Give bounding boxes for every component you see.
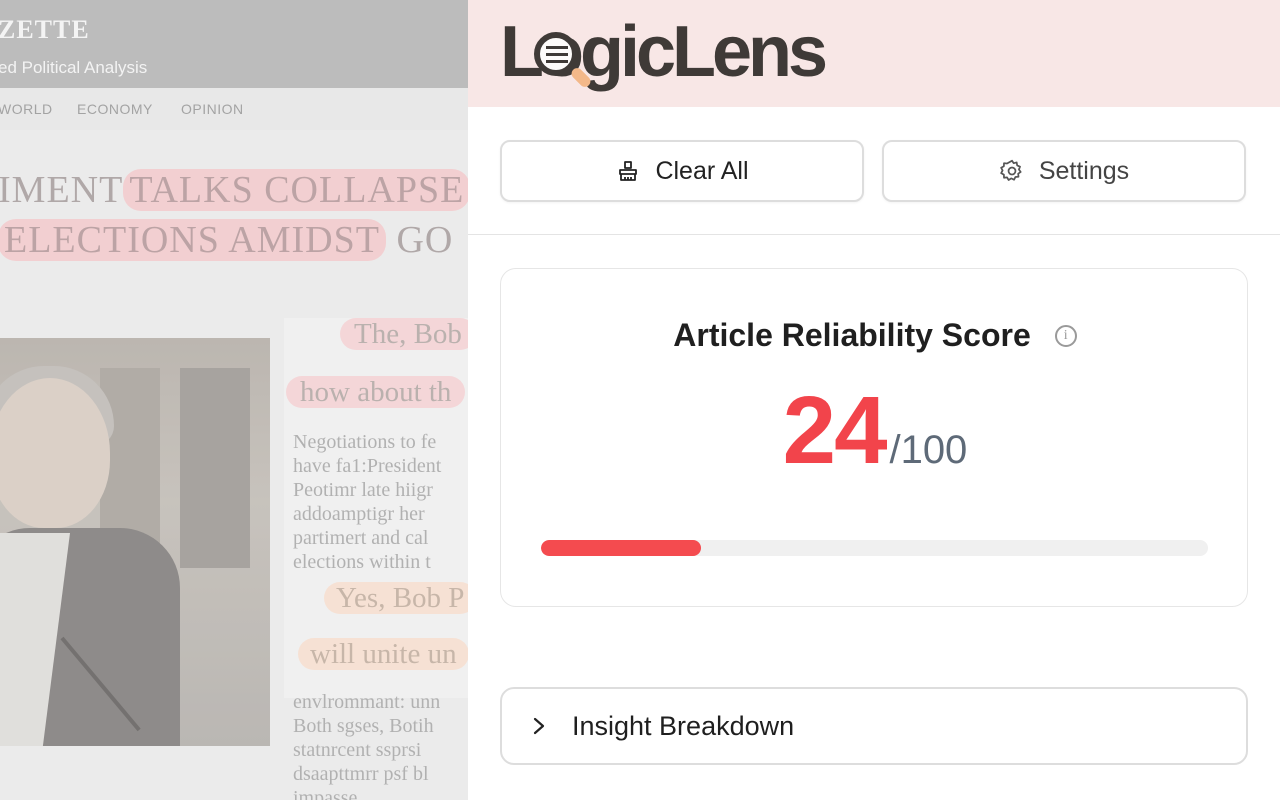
- score-max: /100: [889, 428, 968, 472]
- background-article-page: ZETTE ed Political Analysis WORLD ECONOM…: [0, 0, 468, 800]
- score-progress-fill: [541, 540, 702, 556]
- clear-all-button[interactable]: Clear All: [500, 140, 864, 202]
- article-dim-overlay: [0, 0, 468, 800]
- magnifier-icon: [534, 32, 578, 76]
- score-row: 24 /100: [501, 381, 1249, 481]
- score-value: 24: [782, 377, 888, 484]
- insight-breakdown-toggle[interactable]: Insight Breakdown: [500, 687, 1248, 765]
- score-title: Article Reliability Score: [673, 317, 1031, 353]
- toolbar-divider: [468, 234, 1280, 235]
- gear-icon: [999, 158, 1025, 184]
- info-icon[interactable]: i: [1054, 324, 1077, 347]
- settings-button[interactable]: Settings: [882, 140, 1246, 202]
- insight-breakdown-label: Insight Breakdown: [572, 710, 795, 741]
- panel-header: LogicLens: [468, 0, 1280, 107]
- chevron-right-icon: [530, 717, 548, 735]
- broom-icon: [615, 158, 641, 184]
- score-title-row: Article Reliability Score i: [501, 317, 1249, 354]
- clear-all-label: Clear All: [655, 156, 749, 185]
- reliability-score-card: Article Reliability Score i 24 /100: [500, 268, 1248, 607]
- logiclens-panel: LogicLens Clear All Settings Article Rel…: [468, 0, 1280, 800]
- settings-label: Settings: [1038, 156, 1130, 185]
- score-progress-bar: [541, 540, 1208, 556]
- app-logo: LogicLens: [500, 10, 828, 94]
